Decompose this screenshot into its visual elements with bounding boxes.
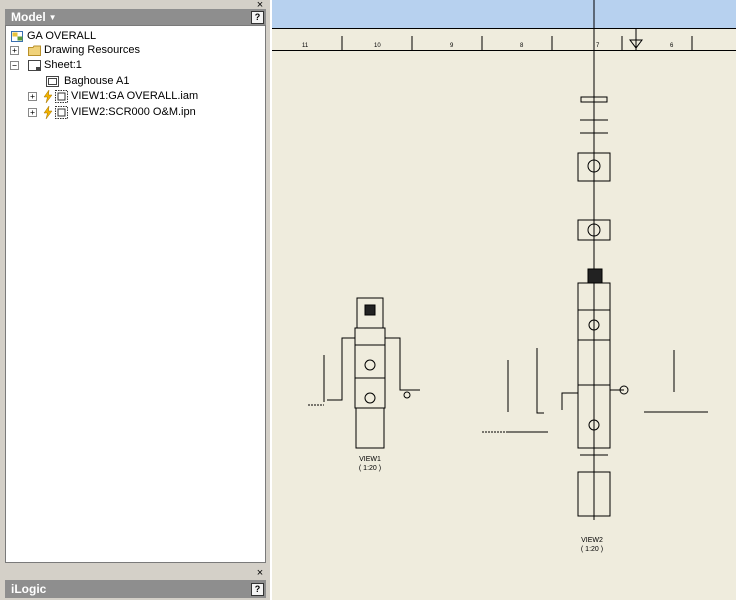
border-icon: [46, 76, 59, 87]
ruler-labels: 11 10 9 8 7 6: [302, 43, 674, 49]
model-help-icon[interactable]: ?: [251, 11, 264, 24]
chevron-down-icon[interactable]: ▼: [49, 13, 57, 22]
view-icon: [55, 106, 68, 119]
view2-scale: ( 1:20 ): [581, 546, 603, 553]
model-panel-title-text: Model: [11, 10, 46, 24]
view1-scale: ( 1:20 ): [359, 465, 381, 472]
view-icon: [55, 90, 68, 103]
sheet-icon: [28, 60, 41, 71]
ilogic-panel-header[interactable]: iLogic ?: [5, 580, 266, 598]
ilogic-panel-close-icon[interactable]: ×: [254, 568, 266, 579]
ruler-label: 10: [374, 43, 381, 49]
tree-item-view2[interactable]: + VIEW2:SCR000 O&M.ipn: [10, 105, 260, 120]
ruler-label: 9: [450, 43, 454, 49]
lightning-icon: [43, 106, 53, 119]
tree-item-ga-overall[interactable]: GA OVERALL: [10, 29, 260, 44]
view1-name: VIEW1: [359, 456, 381, 463]
view1-drawing: [308, 297, 420, 449]
lightning-icon: [43, 90, 53, 103]
ruler-label: 6: [670, 43, 674, 49]
model-tree[interactable]: GA OVERALL + Drawing Resources − Sheet:1: [5, 25, 266, 563]
ilogic-help-icon[interactable]: ?: [251, 583, 264, 596]
expand-icon[interactable]: +: [10, 46, 19, 55]
elevation-marker-icon: [629, 28, 643, 50]
expand-icon[interactable]: +: [28, 92, 37, 101]
tree-item-label: VIEW2:SCR000 O&M.ipn: [71, 106, 196, 118]
tree-item-label: Drawing Resources: [44, 44, 140, 56]
expand-icon[interactable]: +: [28, 108, 37, 117]
tree-item-view1[interactable]: + VIEW1:GA OVERALL.iam: [10, 89, 260, 104]
view1-label: VIEW1 ( 1:20 ): [359, 456, 381, 472]
ruler-label: 8: [520, 43, 524, 49]
drawing-document-icon: [11, 31, 23, 42]
view2-name: VIEW2: [581, 537, 603, 544]
drawing-canvas[interactable]: 11 10 9 8 7 6 VIEW1 (1:20) VIEW2 (1:2…: [272, 0, 736, 600]
tree-item-drawing-resources[interactable]: + Drawing Resources: [10, 43, 260, 58]
tree-item-label: Baghouse A1: [64, 75, 130, 87]
view2-drawing: [482, 96, 708, 517]
model-browser-pane: × Model ▼ ? GA OVERALL + Drawing Resource…: [0, 0, 270, 600]
tree-item-baghouse-a1[interactable]: Baghouse A1: [10, 74, 260, 89]
drawing-sheet: 11 10 9 8 7 6 VIEW1 (1:20) VIEW2 (1:2…: [272, 0, 736, 553]
tree-item-sheet-1[interactable]: − Sheet:1: [10, 58, 260, 73]
view2-label: VIEW2 ( 1:20 ): [581, 537, 603, 553]
tree-item-label: GA OVERALL: [27, 30, 97, 42]
folder-icon: [28, 45, 41, 56]
ruler-label: 11: [302, 43, 309, 49]
tree-item-label: Sheet:1: [44, 59, 82, 71]
collapse-icon[interactable]: −: [10, 61, 19, 70]
model-panel-title[interactable]: Model ▼: [11, 9, 57, 26]
tree-item-label: VIEW1:GA OVERALL.iam: [71, 90, 199, 102]
model-panel-header[interactable]: Model ▼ ?: [5, 9, 266, 25]
ilogic-panel-title: iLogic: [11, 582, 47, 596]
ruler-label: 7: [596, 43, 600, 49]
